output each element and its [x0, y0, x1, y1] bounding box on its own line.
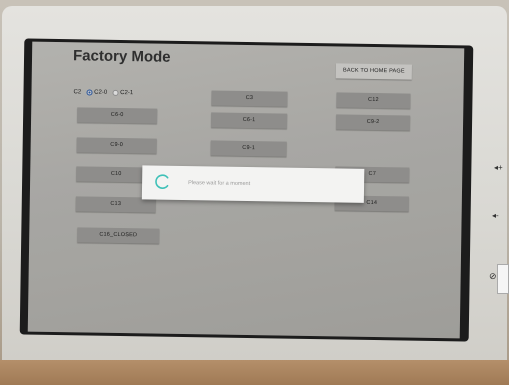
loading-message: Please wait for a moment	[188, 180, 251, 188]
side-tab	[497, 264, 509, 294]
loading-spinner-icon	[155, 174, 169, 189]
loading-dialog: Please wait for a moment	[141, 165, 365, 203]
touch-screen: Factory Mode BACK TO HOME PAGE C2 C2-0 C…	[27, 41, 465, 339]
volume-down-icon[interactable]: ◂-	[492, 211, 499, 220]
mute-icon[interactable]: ⊘	[489, 271, 497, 282]
table-surface	[0, 360, 509, 385]
volume-up-icon[interactable]: ◂+	[494, 163, 503, 172]
screen-bezel: Factory Mode BACK TO HOME PAGE C2 C2-0 C…	[19, 38, 474, 342]
